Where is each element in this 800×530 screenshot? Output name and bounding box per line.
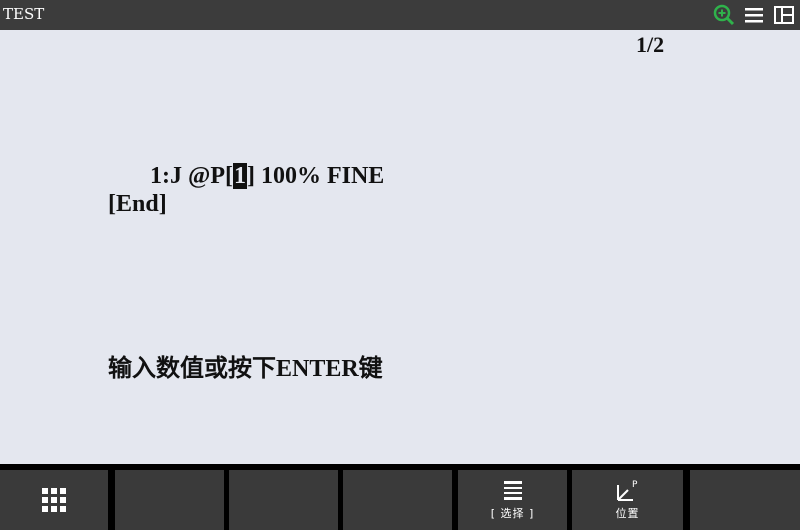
fkey-position-label: 位置 [615, 507, 640, 520]
position-icon: P [616, 480, 638, 501]
list-select-icon [503, 481, 522, 500]
fkey-f3[interactable] [343, 470, 452, 530]
program-end-line[interactable]: [End] [108, 191, 167, 218]
fkey-position[interactable]: P 位置 [572, 470, 683, 530]
svg-text:P: P [632, 480, 638, 490]
position-ref-open: @P[ [188, 163, 233, 189]
menu-icon[interactable] [742, 3, 766, 27]
zoom-in-icon[interactable] [712, 3, 736, 27]
title-bar: TEST [0, 0, 800, 30]
page-indicator: 1/2 [636, 32, 665, 57]
fkey-next[interactable] [690, 470, 800, 530]
edit-cursor-field[interactable]: 1 [232, 163, 247, 189]
program-edit-screen: 1/2 1:J @P[1] 100% FINE [End] 输入数值或按下ENT… [0, 30, 800, 464]
grid-menu-icon [42, 488, 66, 512]
motion-params: ] 100% FINE [246, 163, 385, 189]
split-view-icon[interactable] [772, 3, 796, 27]
window-title: TEST [3, 5, 45, 23]
title-bar-icons [712, 3, 796, 27]
fkey-f2[interactable] [229, 470, 338, 530]
fkey-f1[interactable] [115, 470, 224, 530]
fkey-main-menu[interactable] [0, 470, 108, 530]
fkey-select[interactable]: [ 选择 ] [458, 470, 567, 530]
program-line-1[interactable]: 1:J @P[1] 100% FINE [150, 163, 384, 190]
function-key-bar: [ 选择 ] P 位置 [0, 464, 800, 530]
input-prompt: 输入数值或按下ENTER键 [108, 356, 383, 382]
line-prefix: 1:J [150, 163, 188, 189]
fkey-select-label: [ 选择 ] [490, 507, 535, 520]
